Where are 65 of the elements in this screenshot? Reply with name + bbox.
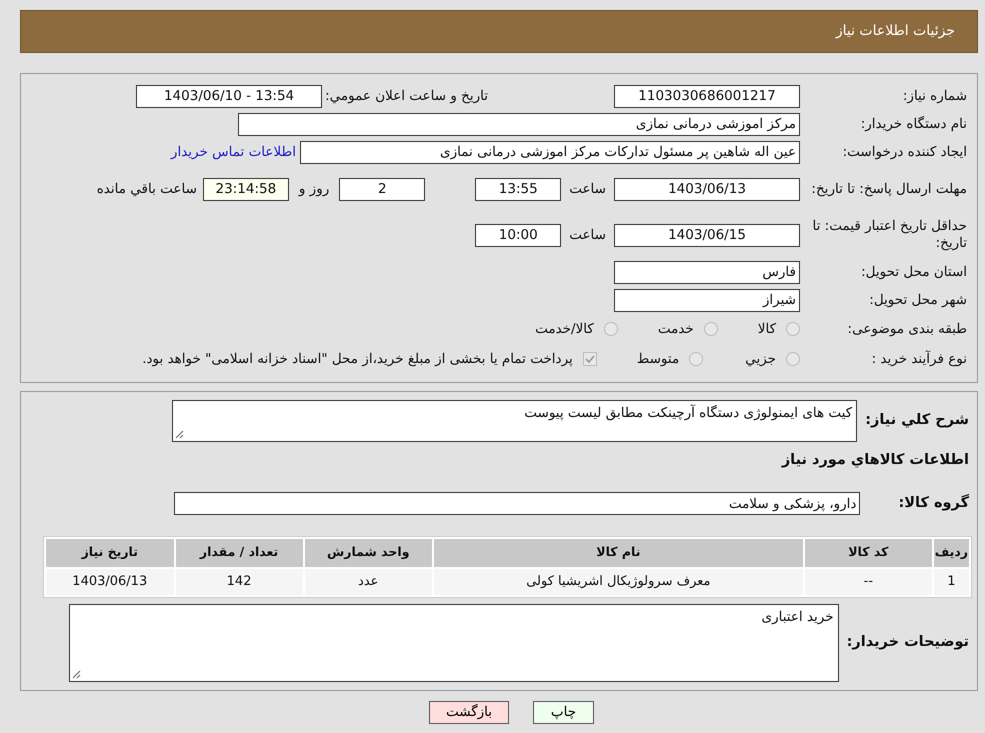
column-header: تعداد / مقدار xyxy=(176,538,303,567)
textarea-text: خرید اعتباری xyxy=(762,608,834,625)
column-header: نام کالا xyxy=(434,538,803,567)
field-label: حداقل تاریخ اعتبار قیمت: تا تاریخ: xyxy=(812,218,968,252)
table-cell: معرف سرولوژیکال اشریشیا کولی xyxy=(434,568,803,595)
remaining-time-field[interactable]: 23:14:58 xyxy=(202,178,289,200)
description-textarea[interactable]: کیت های ایمنولوژی دستگاه آرچینکت مطابق لیست پیوست xyxy=(172,400,858,442)
radio-button[interactable] xyxy=(786,352,800,366)
resize-grip-icon xyxy=(72,670,81,679)
input-field[interactable]: عین اله شاهین پر مسئول تدارکات مرکز اموزشی درمانی نمازی xyxy=(300,140,800,164)
field-label: نام دستگاه خریدار: xyxy=(860,116,968,132)
table-cell: -- xyxy=(804,568,932,595)
input-field[interactable]: فارس xyxy=(614,260,800,284)
section-heading: اطلاعات کالاهاي مورد نياز xyxy=(780,451,969,470)
input-field[interactable]: 13:55 xyxy=(475,178,562,200)
column-header: ردیف xyxy=(934,538,969,567)
field-label: نوع فرآیند خرید : xyxy=(870,350,968,368)
input-field[interactable]: 1403/06/10 - 13:54 xyxy=(136,84,322,108)
field-label: تاریخ و ساعت اعلان عمومي: xyxy=(325,86,488,106)
field-label: شماره نیاز: xyxy=(902,88,968,104)
column-header: تاریخ نیاز xyxy=(46,538,174,567)
radio-button[interactable] xyxy=(604,322,618,336)
notes-textarea[interactable]: خرید اعتباری xyxy=(68,604,839,682)
table-cell: 1 xyxy=(934,568,969,595)
radio-button[interactable] xyxy=(689,352,704,366)
input-field[interactable]: 1403/06/13 xyxy=(614,178,800,200)
field-label: ایجاد کننده درخواست: xyxy=(842,144,968,160)
table-cell: 142 xyxy=(176,568,303,595)
option-label: جزيي xyxy=(745,350,776,369)
time-label: ساعت xyxy=(569,226,606,245)
page-title: جزئیات اطلاعات نیاز xyxy=(836,22,955,41)
field-label: استان محل تحویل: xyxy=(860,264,968,280)
input-field[interactable]: مرکز اموزشی درمانی نمازی xyxy=(238,112,800,136)
input-field[interactable]: شیراز xyxy=(614,288,800,312)
input-field[interactable]: 1103030686001217 xyxy=(614,84,800,108)
back-button[interactable]: بازگشت xyxy=(429,700,509,724)
resize-grip-icon xyxy=(175,430,184,439)
input-field[interactable]: 1403/06/15 xyxy=(614,224,800,246)
radio-button[interactable] xyxy=(786,322,800,336)
contact-link[interactable]: اطلاعات تماس خریدار xyxy=(170,142,296,162)
option-label: خدمت xyxy=(658,320,694,339)
remaining-label: ساعت باقي مانده xyxy=(96,180,197,199)
table-cell: 1403/06/13 xyxy=(46,568,174,595)
field-label: توضیحات خریدار: xyxy=(846,632,969,652)
option-label: کالا xyxy=(758,320,776,339)
field-label: مهلت ارسال پاسخ: تا تاریخ: xyxy=(810,180,968,198)
time-label: ساعت xyxy=(569,180,606,199)
input-field[interactable]: 10:00 xyxy=(475,224,562,246)
field-label: شرح کلي نياز: xyxy=(865,411,969,430)
table-cell: عدد xyxy=(304,568,432,595)
days-label: روز و xyxy=(298,180,330,199)
field-label: طبقه بندی موضوعی: xyxy=(846,320,968,338)
textarea-text: کیت های ایمنولوژی دستگاه آرچینکت مطابق لیست پیوست xyxy=(524,405,852,421)
checkbox[interactable] xyxy=(582,352,597,366)
option-label: متوسط xyxy=(636,350,680,369)
column-header: کد کالا xyxy=(804,538,932,567)
field-label: گروه کالا: xyxy=(898,493,969,513)
radio-button[interactable] xyxy=(704,322,718,336)
input-field[interactable]: 2 xyxy=(339,178,426,200)
payment-note: پرداخت تمام یا بخشی از مبلغ خرید،از محل "اسناد خزانه اسلامی" خواهد بود. xyxy=(142,350,573,369)
column-header: واحد شمارش xyxy=(304,538,432,567)
field-label: شهر محل تحویل: xyxy=(868,292,968,308)
print-button[interactable]: چاپ xyxy=(533,700,594,724)
input-field[interactable]: دارو، پزشکی و سلامت xyxy=(174,492,860,516)
option-label: کالا/خدمت xyxy=(535,320,594,339)
